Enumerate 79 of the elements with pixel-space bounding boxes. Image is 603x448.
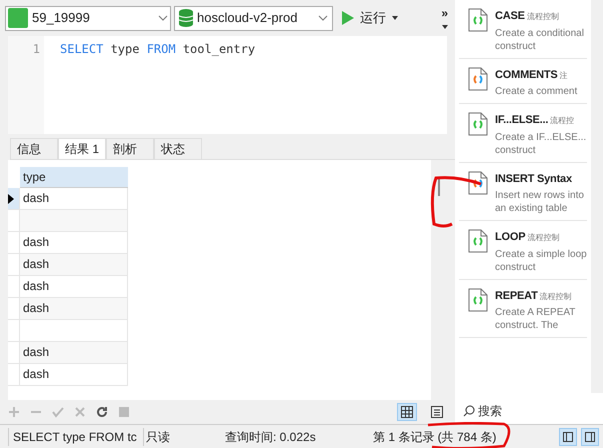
snippet-item[interactable]: REPEAT 流程控制 Create A REPEAT construct. The bbox=[459, 280, 587, 338]
row-pointer-icon bbox=[8, 194, 14, 204]
snippet-title: REPEAT bbox=[495, 288, 538, 304]
table-cell[interactable] bbox=[20, 320, 128, 342]
stop-icon[interactable] bbox=[118, 406, 130, 418]
column-header[interactable]: type bbox=[20, 167, 128, 188]
snippet-description: Create A REPEAT construct. The bbox=[495, 306, 576, 332]
bracket-file-icon bbox=[468, 66, 488, 90]
connection-name: 59_19999 bbox=[32, 9, 91, 28]
result-tab[interactable]: 状态 bbox=[154, 138, 202, 159]
row-header[interactable] bbox=[8, 188, 20, 210]
snippet-item[interactable]: INSERT Syntax Insert new rows into an existing table bbox=[459, 162, 587, 221]
snippet-title: CASE bbox=[495, 9, 525, 24]
more-button[interactable]: » bbox=[441, 7, 448, 29]
snippet-category: 流程控 bbox=[550, 115, 574, 127]
chevron-down-icon bbox=[158, 15, 168, 21]
status-record: 第 1 条记录 (共 784 条) bbox=[372, 430, 498, 444]
snippet-category: 流程控制 bbox=[540, 290, 572, 302]
chevron-down-icon bbox=[318, 15, 328, 21]
table-cell[interactable]: dash bbox=[20, 298, 128, 320]
left-panel-icon bbox=[563, 432, 573, 442]
right-pane-button[interactable] bbox=[581, 428, 599, 446]
snippet-category: 注 bbox=[560, 70, 568, 82]
table-cell[interactable]: dash bbox=[20, 364, 128, 386]
caret-icon bbox=[442, 25, 448, 29]
grid-view-button[interactable] bbox=[397, 403, 417, 421]
snippet-item[interactable]: IF...ELSE... 流程控 Create a IF...ELSE... construct bbox=[459, 104, 587, 162]
database-icon bbox=[179, 9, 193, 27]
snippet-title: INSERT Syntax bbox=[495, 172, 572, 186]
form-icon bbox=[431, 406, 443, 418]
check-icon[interactable] bbox=[52, 406, 64, 418]
snippet-description: Create a comment bbox=[495, 85, 578, 98]
line-number: 1 bbox=[32, 41, 40, 58]
snippet-title: LOOP bbox=[495, 230, 526, 245]
snippet-description: Create a IF...ELSE... construct bbox=[495, 130, 587, 156]
left-pane-button[interactable] bbox=[559, 428, 577, 446]
right-panel-icon bbox=[585, 432, 595, 442]
table-cell[interactable]: dash bbox=[20, 188, 128, 210]
snippet-description: Create a simple loop construct bbox=[495, 248, 587, 274]
database-name: hoscloud-v2-prod bbox=[197, 9, 298, 28]
bracket-file-icon bbox=[468, 112, 488, 136]
table-cell[interactable]: dash bbox=[20, 254, 128, 276]
bracket-file-icon bbox=[468, 170, 488, 194]
database-dropdown[interactable]: hoscloud-v2-prod bbox=[174, 6, 333, 30]
connection-dropdown[interactable]: 59_19999 bbox=[5, 6, 171, 30]
grid-icon bbox=[401, 406, 413, 418]
search-icon bbox=[463, 404, 475, 416]
snippet-description: Insert new rows into an existing table bbox=[495, 189, 585, 215]
result-tab[interactable]: 信息 bbox=[10, 138, 58, 159]
snippet-title: IF...ELSE... bbox=[495, 113, 548, 128]
result-tab[interactable]: 剖析 bbox=[106, 138, 154, 159]
add-icon[interactable] bbox=[8, 406, 20, 418]
caret-icon bbox=[392, 16, 398, 20]
result-tab[interactable]: 结果 1 bbox=[58, 138, 106, 159]
marker-scribble bbox=[428, 174, 483, 230]
snippet-category: 流程控制 bbox=[527, 232, 560, 244]
snippet-description: Create a conditional construct bbox=[495, 26, 585, 52]
sql-editor[interactable]: 1 SELECT type FROM tool_entry bbox=[8, 36, 447, 134]
snippet-item[interactable]: LOOP 流程控制 Create a simple loop construct bbox=[459, 221, 587, 280]
code-line: SELECT type FROM tool_entry bbox=[60, 41, 256, 58]
bracket-file-icon bbox=[468, 288, 488, 312]
status-query-time: 查询时间: 0.022s bbox=[224, 428, 317, 446]
table-cell[interactable]: dash bbox=[20, 232, 128, 254]
close-icon[interactable] bbox=[74, 406, 86, 418]
snippet-title: COMMENTS bbox=[495, 68, 558, 82]
bracket-file-icon bbox=[468, 8, 488, 32]
play-icon bbox=[342, 11, 354, 25]
status-query: SELECT type FROM tc bbox=[8, 428, 143, 446]
refresh-icon[interactable] bbox=[96, 406, 108, 418]
snippet-item[interactable]: CASE 流程控制 Create a conditional construct bbox=[459, 0, 587, 58]
table-cell[interactable]: dash bbox=[20, 342, 128, 364]
run-button[interactable]: 运行 bbox=[336, 6, 404, 30]
table-cell[interactable] bbox=[20, 210, 128, 232]
status-mode: 只读 bbox=[143, 428, 223, 446]
snippet-search-field[interactable]: 搜索 bbox=[478, 402, 578, 420]
snippet-category: 流程控制 bbox=[526, 11, 559, 23]
snippet-item[interactable]: COMMENTS 注 Create a comment bbox=[459, 58, 587, 104]
bracket-file-icon bbox=[468, 229, 488, 253]
table-cell[interactable]: dash bbox=[20, 276, 128, 298]
